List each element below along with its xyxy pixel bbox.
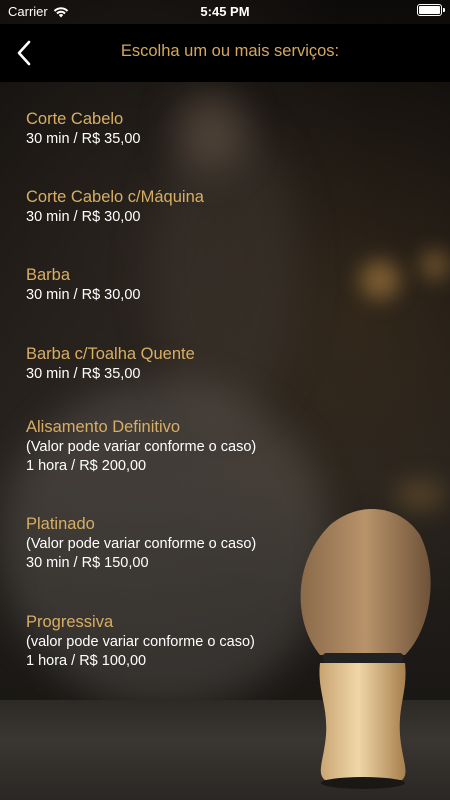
service-name: Progressiva xyxy=(26,613,114,631)
service-item-barba[interactable]: Barba 30 min / R$ 30,00 xyxy=(26,264,426,343)
service-price: 30 min / R$ 35,00 xyxy=(26,366,141,382)
service-name: Corte Cabelo xyxy=(26,110,124,128)
service-item-platinado[interactable]: Platinado (Valor pode variar conforme o … xyxy=(26,513,426,611)
battery-icon xyxy=(417,4,445,16)
service-item-corte-cabelo[interactable]: Corte Cabelo 30 min / R$ 35,00 xyxy=(26,108,426,186)
service-price: 1 hora / R$ 200,00 xyxy=(26,458,147,474)
service-note: (valor pode variar conforme o caso) xyxy=(26,634,255,650)
service-price: 30 min / R$ 30,00 xyxy=(26,287,141,303)
service-item-alisamento-definitivo[interactable]: Alisamento Definitivo (Valor pode variar… xyxy=(26,416,426,513)
service-item-barba-toalha-quente[interactable]: Barba c/Toalha Quente 30 min / R$ 35,00 xyxy=(26,343,426,416)
service-item-progressiva[interactable]: Progressiva (valor pode variar conforme … xyxy=(26,611,426,681)
status-time: 5:45 PM xyxy=(200,4,250,19)
service-price: 1 hora / R$ 100,00 xyxy=(26,653,147,669)
service-note: (Valor pode variar conforme o caso) xyxy=(26,439,257,455)
service-item-corte-cabelo-maquina[interactable]: Corte Cabelo c/Máquina 30 min / R$ 30,00 xyxy=(26,186,426,264)
navigation-bar: Escolha um ou mais serviços: xyxy=(0,24,450,82)
service-price: 30 min / R$ 30,00 xyxy=(26,209,141,225)
service-name: Corte Cabelo c/Máquina xyxy=(26,188,204,206)
service-price: 30 min / R$ 35,00 xyxy=(26,131,141,147)
service-note: (Valor pode variar conforme o caso) xyxy=(26,536,257,552)
app-screen: Carrier 5:45 PM Escolha um ou mais servi… xyxy=(0,0,450,800)
status-bar: Carrier 5:45 PM xyxy=(0,0,450,24)
page-title: Escolha um ou mais serviços: xyxy=(120,42,340,60)
service-name: Barba xyxy=(26,266,71,284)
service-name: Platinado xyxy=(26,515,95,533)
service-price: 30 min / R$ 150,00 xyxy=(26,555,149,571)
service-list: Corte Cabelo 30 min / R$ 35,00 Corte Cab… xyxy=(26,108,426,681)
service-name: Barba c/Toalha Quente xyxy=(26,345,195,363)
service-name: Alisamento Definitivo xyxy=(26,418,181,436)
